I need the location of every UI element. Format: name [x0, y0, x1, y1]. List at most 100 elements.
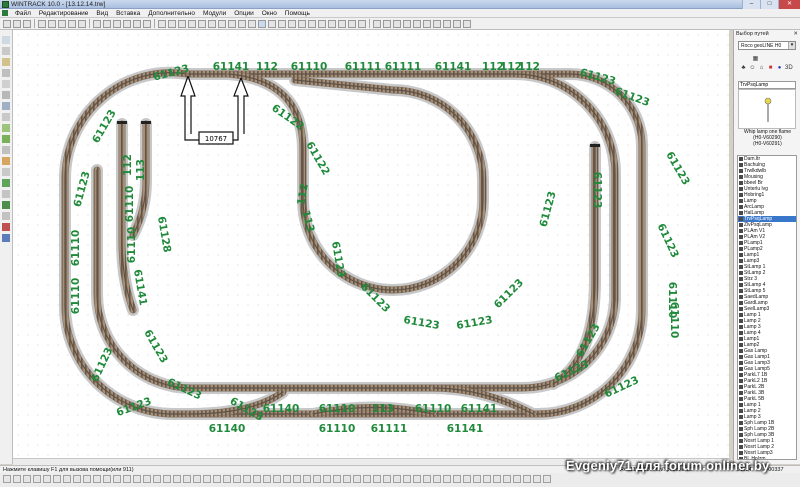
level-icon[interactable]	[363, 475, 371, 483]
3d-icon[interactable]: 3D	[785, 65, 793, 72]
menu-insert[interactable]: Вставка	[113, 9, 143, 18]
signal-tool-icon[interactable]	[2, 223, 10, 231]
grid-icon[interactable]	[93, 20, 101, 28]
tree-icon[interactable]: ♣	[740, 65, 747, 72]
level-icon[interactable]	[43, 475, 51, 483]
level-icon[interactable]	[383, 475, 391, 483]
chevron-down-icon[interactable]: ▾	[788, 42, 795, 49]
paste-icon[interactable]	[78, 20, 86, 28]
pen-icon[interactable]	[248, 20, 256, 28]
flex-track-icon[interactable]	[298, 20, 306, 28]
level-icon[interactable]	[533, 475, 541, 483]
lamp-tool-icon[interactable]	[2, 212, 10, 220]
level-icon[interactable]	[23, 475, 31, 483]
track-tool-icon[interactable]	[2, 47, 10, 55]
height-icon[interactable]	[308, 20, 316, 28]
zoom-in-icon[interactable]	[413, 20, 421, 28]
rect-icon[interactable]	[218, 20, 226, 28]
open-icon[interactable]	[13, 20, 21, 28]
level-icon[interactable]	[343, 475, 351, 483]
join-icon[interactable]	[288, 20, 296, 28]
document-icon[interactable]	[2, 10, 8, 16]
signal-icon[interactable]	[358, 20, 366, 28]
new-icon[interactable]	[3, 20, 11, 28]
wall-tool-icon[interactable]	[2, 168, 10, 176]
level-icon[interactable]	[463, 475, 471, 483]
line-icon[interactable]	[208, 20, 216, 28]
building-tool-icon[interactable]	[2, 146, 10, 154]
water-tool-icon[interactable]	[2, 234, 10, 242]
curve-tool-icon[interactable]	[2, 69, 10, 77]
zoom-all-icon[interactable]	[433, 20, 441, 28]
menu-modules[interactable]: Модули	[200, 9, 229, 18]
circle-icon[interactable]	[228, 20, 236, 28]
copy-icon[interactable]	[68, 20, 76, 28]
bridge-icon[interactable]	[328, 20, 336, 28]
car-icon[interactable]: ■	[767, 65, 774, 72]
level-icon[interactable]	[333, 475, 341, 483]
level-icon[interactable]	[483, 475, 491, 483]
buffer-tool-icon[interactable]	[2, 113, 10, 121]
house-icon[interactable]: ⌂	[758, 65, 765, 72]
level-icon[interactable]	[423, 475, 431, 483]
level-icon[interactable]	[393, 475, 401, 483]
train-icon[interactable]	[383, 20, 391, 28]
item-list[interactable]: Dam.ltr Bachulng Trwlkdwlb Mousing bbeel Br U…	[737, 155, 797, 460]
grass-tool-icon[interactable]	[2, 179, 10, 187]
level-icon[interactable]	[213, 475, 221, 483]
level-icon[interactable]	[473, 475, 481, 483]
panel-close-button[interactable]: ✕	[793, 31, 798, 37]
text-icon[interactable]	[198, 20, 206, 28]
library-select[interactable]: Roco geoLINE H0 ▾	[738, 41, 796, 50]
zoom-icon[interactable]	[403, 20, 411, 28]
level-icon[interactable]	[273, 475, 281, 483]
print-icon[interactable]	[38, 20, 46, 28]
mirror-icon[interactable]	[143, 20, 151, 28]
refresh-icon[interactable]	[453, 20, 461, 28]
close-button[interactable]: ✕	[778, 0, 800, 9]
level-icon[interactable]	[3, 475, 11, 483]
level-icon[interactable]	[173, 475, 181, 483]
level-icon[interactable]	[283, 475, 291, 483]
level-icon[interactable]	[443, 475, 451, 483]
road-tool-icon[interactable]	[2, 157, 10, 165]
level-icon[interactable]	[353, 475, 361, 483]
menu-extra[interactable]: Дополнительно	[145, 9, 198, 18]
level-icon[interactable]	[33, 475, 41, 483]
level-icon[interactable]	[53, 475, 61, 483]
level-icon[interactable]	[223, 475, 231, 483]
slope-icon[interactable]	[318, 20, 326, 28]
menu-help[interactable]: Помощь	[282, 9, 313, 18]
zoom-out-icon[interactable]	[423, 20, 431, 28]
snap-icon[interactable]	[103, 20, 111, 28]
preview-icon[interactable]	[48, 20, 56, 28]
level-icon[interactable]	[433, 475, 441, 483]
level-icon[interactable]	[83, 475, 91, 483]
level-icon[interactable]	[313, 475, 321, 483]
measure-icon[interactable]	[188, 20, 196, 28]
tree-tool-icon[interactable]	[2, 135, 10, 143]
level-icon[interactable]	[323, 475, 331, 483]
menu-file[interactable]: Файл	[12, 9, 34, 18]
level-icon[interactable]	[503, 475, 511, 483]
connect-icon[interactable]	[268, 20, 276, 28]
level-icon[interactable]	[513, 475, 521, 483]
person-icon[interactable]: ☺	[749, 65, 756, 72]
level-icon[interactable]	[403, 475, 411, 483]
level-icon[interactable]	[293, 475, 301, 483]
catenary-icon[interactable]	[348, 20, 356, 28]
maximize-button[interactable]: □	[760, 0, 778, 9]
ruler-icon[interactable]	[2, 58, 10, 66]
level-icon[interactable]	[103, 475, 111, 483]
menu-view[interactable]: Вид	[93, 9, 111, 18]
flex-tool-icon[interactable]	[2, 102, 10, 110]
menu-window[interactable]: Окно	[259, 9, 280, 18]
pointer-icon[interactable]	[2, 36, 10, 44]
list-icon[interactable]	[393, 20, 401, 28]
pan-icon[interactable]	[443, 20, 451, 28]
delete-icon[interactable]	[123, 20, 131, 28]
forest-tool-icon[interactable]	[2, 201, 10, 209]
level-icon[interactable]	[123, 475, 131, 483]
level-icon[interactable]	[263, 475, 271, 483]
vehicle-icon[interactable]: ●	[776, 65, 783, 72]
